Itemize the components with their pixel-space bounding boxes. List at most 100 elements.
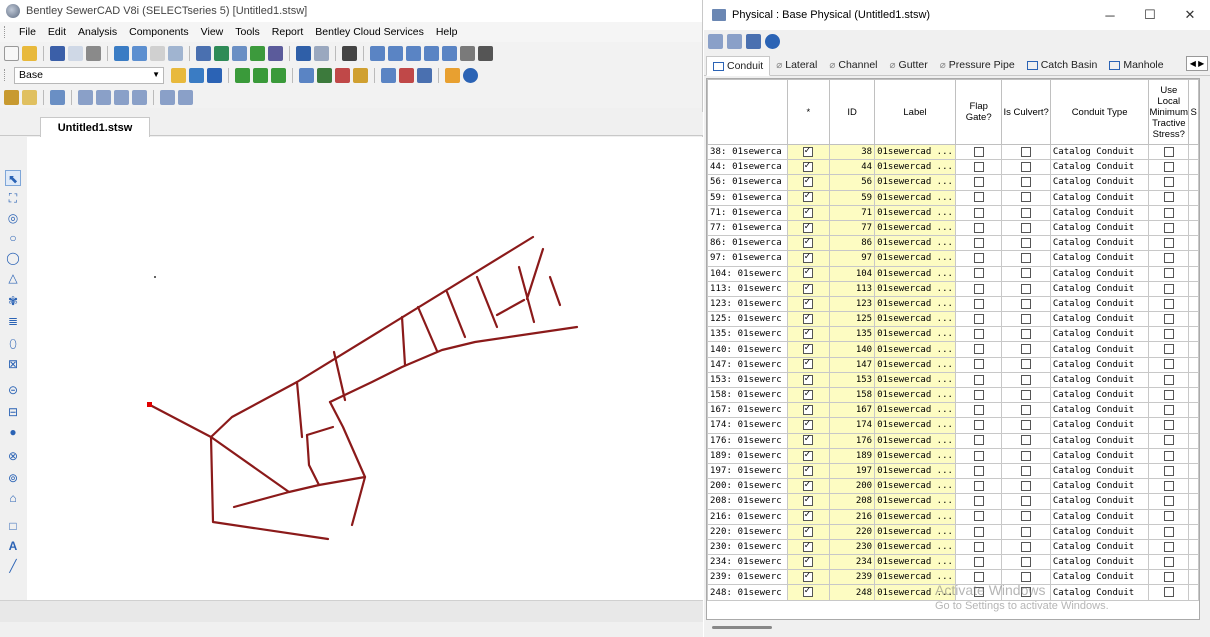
conduit-type-cell[interactable]: Catalog Conduit (1049, 569, 1150, 586)
unchecked-checkbox-icon[interactable] (973, 268, 984, 279)
id-cell[interactable]: 189 (829, 447, 876, 464)
pipe-lateral-2[interactable] (332, 350, 347, 402)
checked-checkbox-icon[interactable] (803, 373, 814, 385)
row-header-cell[interactable]: 104: 01sewerc (707, 265, 788, 282)
is-culvert-checkbox[interactable] (1001, 219, 1051, 237)
label-cell[interactable]: 01sewercad ... (874, 402, 956, 419)
unchecked-checkbox-icon[interactable] (1163, 541, 1174, 552)
empty-cell[interactable] (1188, 295, 1199, 313)
checked-checkbox-icon[interactable] (803, 161, 814, 173)
checked-checkbox-icon[interactable] (803, 282, 814, 294)
unchecked-checkbox-icon[interactable] (1163, 329, 1174, 340)
label-cell[interactable]: 01sewercad ... (874, 493, 956, 510)
tractive-stress-checkbox[interactable] (1148, 356, 1190, 373)
tractive-stress-checkbox[interactable] (1148, 523, 1190, 540)
unchecked-checkbox-icon[interactable] (1021, 511, 1032, 522)
flap-gate-checkbox[interactable] (954, 356, 1003, 373)
flap-gate-checkbox[interactable] (954, 341, 1003, 358)
tractive-stress-checkbox[interactable] (1148, 250, 1190, 267)
empty-cell[interactable] (1188, 386, 1199, 404)
thematic-icon[interactable] (268, 45, 283, 61)
flag-checkbox[interactable] (786, 189, 831, 206)
label-cell[interactable]: 01sewercad ... (874, 341, 956, 358)
label-cell[interactable]: 01sewercad ... (874, 219, 956, 237)
row-header-cell[interactable]: 197: 01sewerc (707, 462, 788, 480)
engineering-libraries-icon[interactable] (335, 67, 350, 83)
tab-pressure-pipe[interactable]: ⌀ Pressure Pipe (934, 55, 1021, 75)
tab-catch-basin[interactable]: Catch Basin (1021, 55, 1104, 75)
table-row[interactable]: 104: 01sewerc 10401sewercad ... Catalog Co… (707, 265, 1199, 282)
table-row[interactable]: 97: 01sewerca 9701sewercad ... Catalog Con… (707, 250, 1199, 267)
is-culvert-checkbox[interactable] (1001, 538, 1051, 556)
pipe-lateral-5[interactable] (445, 290, 467, 339)
unchecked-checkbox-icon[interactable] (1021, 298, 1032, 309)
save-icon[interactable] (50, 45, 65, 61)
unchecked-checkbox-icon[interactable] (1021, 526, 1032, 537)
label-cell[interactable]: 01sewercad ... (874, 235, 956, 252)
unchecked-checkbox-icon[interactable] (973, 253, 984, 264)
row-header-cell[interactable]: 59: 01sewerca (707, 189, 788, 206)
empty-cell[interactable] (1188, 493, 1199, 510)
conduit-type-cell[interactable]: Catalog Conduit (1049, 295, 1150, 313)
unchecked-checkbox-icon[interactable] (1163, 268, 1174, 279)
flap-gate-checkbox[interactable] (954, 523, 1003, 540)
flap-gate-checkbox[interactable] (954, 386, 1003, 404)
table-row[interactable]: 77: 01sewerca 7701sewercad ... Catalog Con… (707, 219, 1199, 237)
flag-checkbox[interactable] (786, 356, 831, 373)
pipe-east-connector[interactable] (328, 400, 367, 527)
id-cell[interactable]: 135 (829, 326, 876, 343)
flag-checkbox[interactable] (786, 584, 831, 601)
id-cell[interactable]: 234 (829, 554, 876, 571)
conduit-type-cell[interactable]: Catalog Conduit (1049, 386, 1150, 404)
is-culvert-checkbox[interactable] (1001, 447, 1051, 464)
id-cell[interactable]: 140 (829, 341, 876, 358)
flag-checkbox[interactable] (786, 341, 831, 358)
unchecked-checkbox-icon[interactable] (1163, 344, 1174, 355)
flap-gate-checkbox[interactable] (954, 371, 1003, 389)
flap-gate-checkbox[interactable] (954, 235, 1003, 252)
menu-help[interactable]: Help (430, 26, 464, 38)
flap-gate-checkbox[interactable] (954, 311, 1003, 328)
conduit-type-cell[interactable]: Catalog Conduit (1049, 402, 1150, 419)
tractive-stress-checkbox[interactable] (1148, 280, 1190, 297)
label-cell[interactable]: 01sewercad ... (874, 280, 956, 297)
label-cell[interactable]: 01sewercad ... (874, 447, 956, 464)
element-tables-icon[interactable] (196, 45, 211, 61)
id-cell[interactable]: 71 (829, 204, 876, 221)
unchecked-checkbox-icon[interactable] (1021, 237, 1032, 248)
tab-scroll-arrows-icon[interactable]: ◀ ▶ (1186, 56, 1208, 71)
is-culvert-checkbox[interactable] (1001, 432, 1051, 449)
contour-icon[interactable] (250, 45, 265, 61)
pipe-outlet[interactable] (148, 403, 213, 439)
flag-checkbox[interactable] (786, 159, 831, 176)
is-culvert-checkbox[interactable] (1001, 159, 1051, 176)
help-icon[interactable] (463, 67, 478, 83)
id-cell[interactable]: 125 (829, 311, 876, 328)
tab-channel[interactable]: ⌀ Channel (823, 55, 883, 75)
conduit-type-cell[interactable]: Catalog Conduit (1049, 508, 1150, 525)
drawing-horizontal-scrollbar[interactable] (0, 600, 703, 622)
row-header-cell[interactable]: 147: 01sewerc (707, 356, 788, 373)
flag-checkbox[interactable] (786, 204, 831, 221)
unchecked-checkbox-icon[interactable] (973, 162, 984, 173)
flap-gate-checkbox[interactable] (954, 584, 1003, 601)
is-culvert-checkbox[interactable] (1001, 462, 1051, 480)
menu-components[interactable]: Components (123, 26, 195, 38)
maximize-icon[interactable]: ☐ (1130, 0, 1170, 30)
checked-checkbox-icon[interactable] (803, 343, 814, 355)
label-cell[interactable]: 01sewercad ... (874, 371, 956, 389)
scenario-manage-icon[interactable] (207, 67, 222, 83)
flap-gate-checkbox[interactable] (954, 538, 1003, 556)
unchecked-checkbox-icon[interactable] (973, 572, 984, 583)
table-row[interactable]: 44: 01sewerca 4401sewercad ... Catalog Con… (707, 159, 1199, 176)
unchecked-checkbox-icon[interactable] (1021, 207, 1032, 218)
label-cell[interactable]: 01sewercad ... (874, 159, 956, 176)
conduit-type-cell[interactable]: Catalog Conduit (1049, 159, 1150, 176)
unchecked-checkbox-icon[interactable] (1163, 480, 1174, 491)
pan-icon[interactable] (478, 45, 493, 61)
id-cell[interactable]: 216 (829, 508, 876, 525)
row-header-cell[interactable]: 208: 01sewerc (707, 493, 788, 510)
remove-from-selection-icon[interactable] (178, 89, 193, 105)
id-cell[interactable]: 44 (829, 159, 876, 176)
conduit-type-cell[interactable]: Catalog Conduit (1049, 311, 1150, 328)
